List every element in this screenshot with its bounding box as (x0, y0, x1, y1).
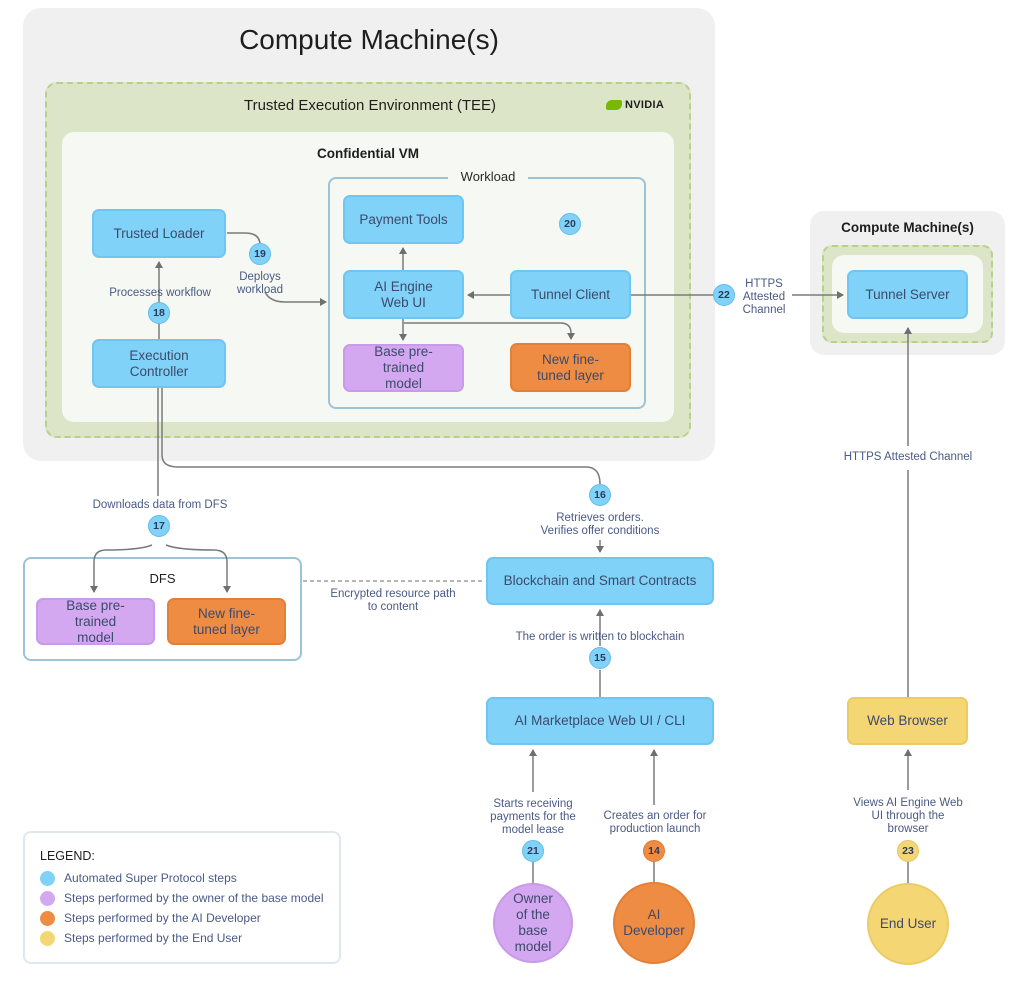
actor-owner-base-model[interactable]: Owner of the base model (493, 883, 573, 963)
remote-machine-title: Compute Machine(s) (841, 220, 974, 235)
step-16-label: Retrieves orders. Verifies offer conditi… (540, 512, 660, 537)
step-15-label: The order is written to blockchain (515, 631, 685, 643)
dfs-fine-tuned-layer[interactable]: New fine-tuned layer (167, 598, 286, 645)
legend-title: LEGEND: (40, 849, 95, 863)
step-15-badge: 15 (589, 647, 611, 669)
workload-fine-tuned-layer[interactable]: New fine-tuned layer (510, 343, 631, 392)
legend-label: Steps performed by the End User (64, 931, 243, 945)
legend-item-developer: Steps performed by the AI Developer (40, 908, 339, 928)
legend-label: Steps performed by the AI Developer (64, 911, 261, 925)
tunnel-server[interactable]: Tunnel Server (847, 270, 968, 319)
nvidia-wordmark: NVIDIA (625, 99, 665, 111)
step-18-badge: 18 (148, 302, 170, 324)
legend-item-owner: Steps performed by the owner of the base… (40, 888, 339, 908)
workload-base-model[interactable]: Base pre-trained model (343, 344, 464, 392)
tee-title: Trusted Execution Environment (TEE) (243, 97, 497, 114)
step-23-badge: 23 (897, 840, 919, 862)
legend-label: Steps performed by the owner of the base… (64, 891, 324, 905)
legend-item-automated: Automated Super Protocol steps (40, 868, 339, 888)
confidential-vm-title: Confidential VM (317, 146, 419, 161)
step-22-badge: 22 (713, 284, 735, 306)
encrypted-path-label: Encrypted resource path to content (330, 588, 456, 613)
step-22-label: HTTPS Attested Channel (742, 278, 786, 316)
tunnel-client[interactable]: Tunnel Client (510, 270, 631, 319)
legend-dot-orange-icon (40, 910, 55, 926)
dfs-title: DFS (149, 571, 176, 586)
execution-controller[interactable]: Execution Controller (92, 339, 226, 388)
legend-dot-yellow-icon (40, 930, 55, 946)
ai-engine-web-ui[interactable]: AI Engine Web UI (343, 270, 464, 319)
actor-ai-developer[interactable]: AI Developer (613, 882, 695, 964)
trusted-loader[interactable]: Trusted Loader (92, 209, 226, 258)
https-channel-label: HTTPS Attested Channel (843, 451, 973, 463)
nvidia-eye-icon (606, 100, 622, 110)
step-14-label: Creates an order for production launch (603, 810, 707, 835)
step-18-label: Processes workflow (109, 287, 211, 299)
workload-title: Workload (448, 169, 528, 184)
step-17-label: Downloads data from DFS (92, 499, 228, 511)
step-20-badge: 20 (559, 213, 581, 235)
legend-label: Automated Super Protocol steps (64, 871, 237, 885)
legend-item-end-user: Steps performed by the End User (40, 928, 339, 948)
web-browser[interactable]: Web Browser (847, 697, 968, 745)
step-19-badge: 19 (249, 243, 271, 265)
blockchain-smart-contracts[interactable]: Blockchain and Smart Contracts (486, 557, 714, 605)
dfs-base-model[interactable]: Base pre-trained model (36, 598, 155, 645)
legend: LEGEND: Automated Super Protocol steps S… (23, 831, 341, 964)
actor-end-user[interactable]: End User (867, 883, 949, 965)
step-21-label: Starts receiving payments for the model … (490, 798, 576, 836)
step-19-label: Deploys workload (236, 271, 284, 296)
nvidia-logo: NVIDIA (606, 99, 664, 111)
step-16-badge: 16 (589, 484, 611, 506)
compute-machine-title: Compute Machine(s) (239, 24, 499, 55)
legend-dot-blue-icon (40, 870, 55, 886)
step-14-badge: 14 (643, 840, 665, 862)
step-21-badge: 21 (522, 840, 544, 862)
payment-tools[interactable]: Payment Tools (343, 195, 464, 244)
step-17-badge: 17 (148, 515, 170, 537)
ai-marketplace[interactable]: AI Marketplace Web UI / CLI (486, 697, 714, 745)
legend-dot-purple-icon (40, 890, 55, 906)
step-23-label: Views AI Engine Web UI through the brows… (853, 797, 963, 835)
